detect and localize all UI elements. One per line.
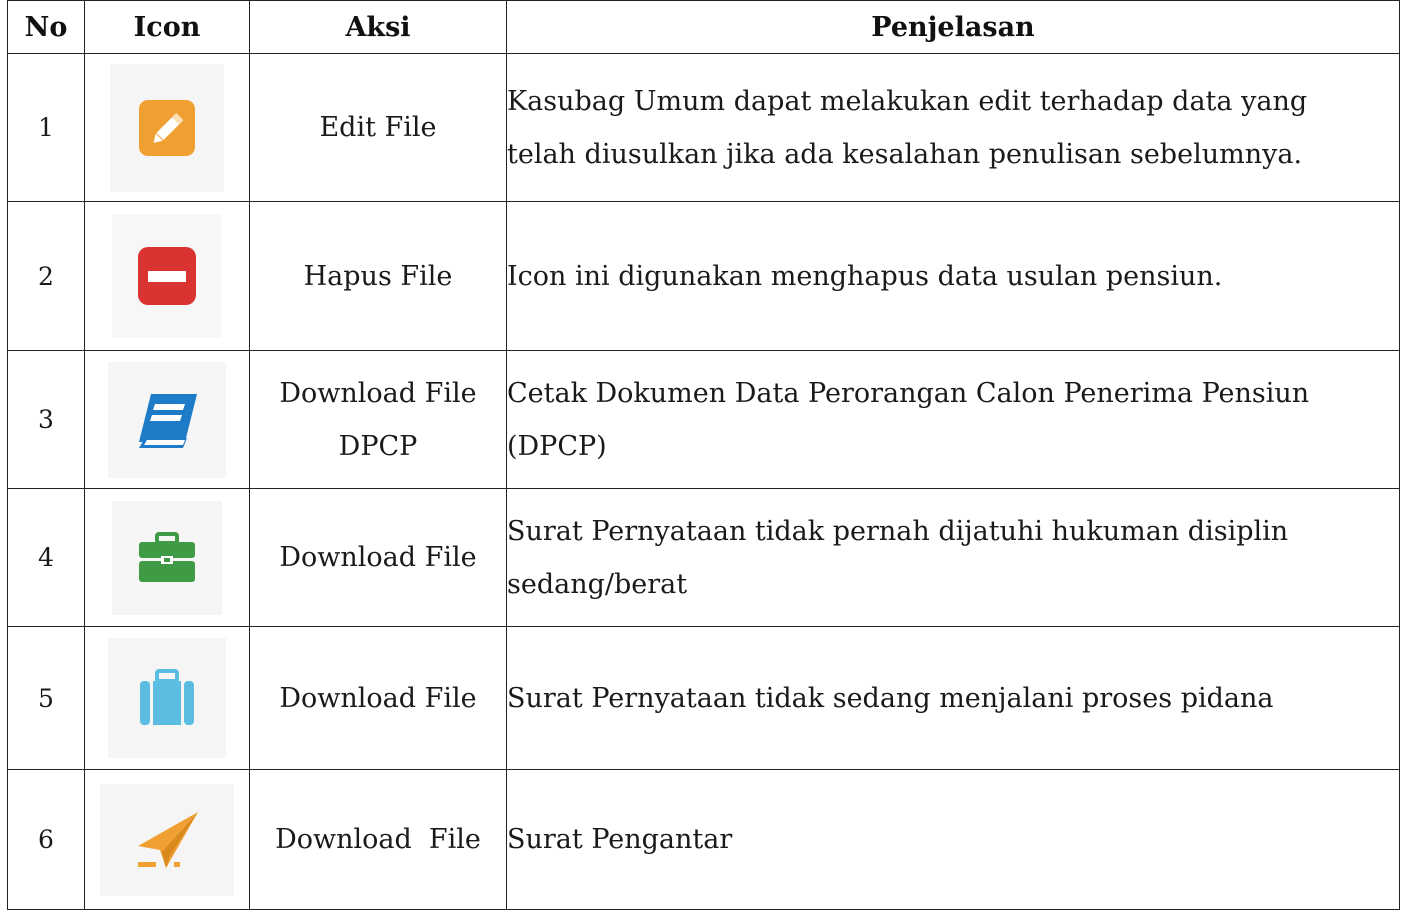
aksi-cell: Download File DPCP	[249, 350, 507, 489]
aksi-cell: Hapus File	[249, 201, 507, 351]
delete-minus-icon	[112, 214, 222, 338]
header-no: No	[7, 0, 85, 54]
suitcase-icon	[108, 638, 226, 758]
aksi-cell: Edit File	[249, 53, 507, 202]
row-number: 4	[7, 488, 85, 627]
row-number: 1	[7, 53, 85, 202]
aksi-label: Edit File	[319, 112, 437, 143]
table-header-row: No Icon Aksi Penjelasan	[7, 0, 1400, 54]
penjelasan-cell: Cetak Dokumen Data Perorangan Calon Pene…	[506, 350, 1400, 489]
table-row: 4 Download File Surat Pernyataan tidak p…	[7, 488, 1400, 627]
penjelasan-line: telah diusulkan jika ada kesalahan penul…	[507, 138, 1303, 170]
row-number: 5	[7, 626, 85, 770]
penjelasan-line: Surat Pengantar	[507, 824, 733, 855]
aksi-cell: Download File	[249, 626, 507, 770]
header-penjelasan: Penjelasan	[506, 0, 1400, 54]
paper-plane-icon	[100, 783, 234, 896]
table-row: 2 Hapus File Icon ini digunakan menghapu…	[7, 201, 1400, 351]
table-row: 6 Download File Surat Pengantar	[7, 769, 1400, 910]
aksi-label: DPCP	[338, 430, 418, 462]
edit-pencil-icon	[110, 63, 224, 192]
aksi-label: Download File	[279, 377, 477, 409]
aksi-label: Download File	[279, 542, 477, 573]
aksi-cell: Download File	[249, 769, 507, 910]
table-row: 3 Download File DPCP Cetak Dokumen Data …	[7, 350, 1400, 489]
penjelasan-line: (DPCP)	[507, 430, 607, 462]
penjelasan-cell: Surat Pernyataan tidak sedang menjalani …	[506, 626, 1400, 770]
table-row: 5 Download File Surat Pernyataan tidak s…	[7, 626, 1400, 770]
briefcase-icon	[112, 500, 222, 615]
penjelasan-line: Surat Pernyataan tidak sedang menjalani …	[507, 682, 1274, 714]
penjelasan-cell: Kasubag Umum dapat melakukan edit terhad…	[506, 53, 1400, 202]
action-icon-table: No Icon Aksi Penjelasan 1 Edit File Kasu…	[7, 0, 1400, 910]
row-number: 2	[7, 201, 85, 351]
penjelasan-cell: Surat Pengantar	[506, 769, 1400, 910]
penjelasan-cell: Surat Pernyataan tidak pernah dijatuhi h…	[506, 488, 1400, 627]
aksi-label: Hapus File	[303, 260, 453, 292]
header-aksi: Aksi	[249, 0, 507, 54]
penjelasan-line: Cetak Dokumen Data Perorangan Calon Pene…	[507, 377, 1310, 409]
header-icon: Icon	[84, 0, 250, 54]
table-row: 1 Edit File Kasubag Umum dapat melakukan…	[7, 53, 1400, 202]
penjelasan-line: Kasubag Umum dapat melakukan edit terhad…	[507, 85, 1308, 117]
aksi-label: Download File	[279, 682, 477, 714]
penjelasan-line: Icon ini digunakan menghapus data usulan…	[507, 260, 1223, 292]
book-icon	[108, 361, 226, 478]
penjelasan-line: Surat Pernyataan tidak pernah dijatuhi h…	[507, 515, 1289, 547]
row-number: 6	[7, 769, 85, 910]
penjelasan-line: sedang/berat	[507, 568, 688, 600]
penjelasan-cell: Icon ini digunakan menghapus data usulan…	[506, 201, 1400, 351]
aksi-label: Download File	[275, 824, 481, 855]
row-number: 3	[7, 350, 85, 489]
aksi-cell: Download File	[249, 488, 507, 627]
